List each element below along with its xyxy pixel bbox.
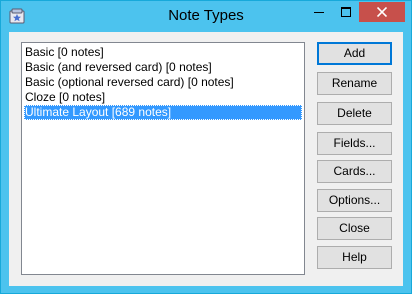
- options-button[interactable]: Options...: [317, 189, 392, 212]
- note-types-list[interactable]: Basic [0 notes] Basic (and reversed card…: [21, 42, 305, 275]
- cards-button[interactable]: Cards...: [317, 160, 392, 183]
- close-button[interactable]: Close: [317, 217, 392, 240]
- title-bar[interactable]: Note Types: [1, 1, 411, 31]
- rename-button[interactable]: Rename: [317, 72, 392, 95]
- maximize-icon: [340, 7, 351, 17]
- help-button[interactable]: Help: [317, 246, 392, 269]
- add-button[interactable]: Add: [317, 42, 392, 65]
- close-window-button[interactable]: [359, 2, 405, 22]
- delete-button[interactable]: Delete: [317, 102, 392, 125]
- maximize-button[interactable]: [332, 2, 359, 22]
- minimize-icon: [314, 12, 324, 13]
- list-item[interactable]: Basic (and reversed card) [0 notes]: [24, 60, 302, 75]
- list-item[interactable]: Basic (optional reversed card) [0 notes]: [24, 75, 302, 90]
- close-icon: [377, 7, 387, 17]
- dialog-client-area: Basic [0 notes] Basic (and reversed card…: [9, 32, 403, 286]
- note-types-window: Note Types Basic [0 notes] Basic (and re…: [0, 0, 412, 294]
- list-item[interactable]: Cloze [0 notes]: [24, 90, 302, 105]
- list-item-selected[interactable]: Ultimate Layout [689 notes]: [24, 105, 302, 120]
- list-item[interactable]: Basic [0 notes]: [24, 45, 302, 60]
- fields-button[interactable]: Fields...: [317, 132, 392, 155]
- minimize-button[interactable]: [306, 2, 332, 22]
